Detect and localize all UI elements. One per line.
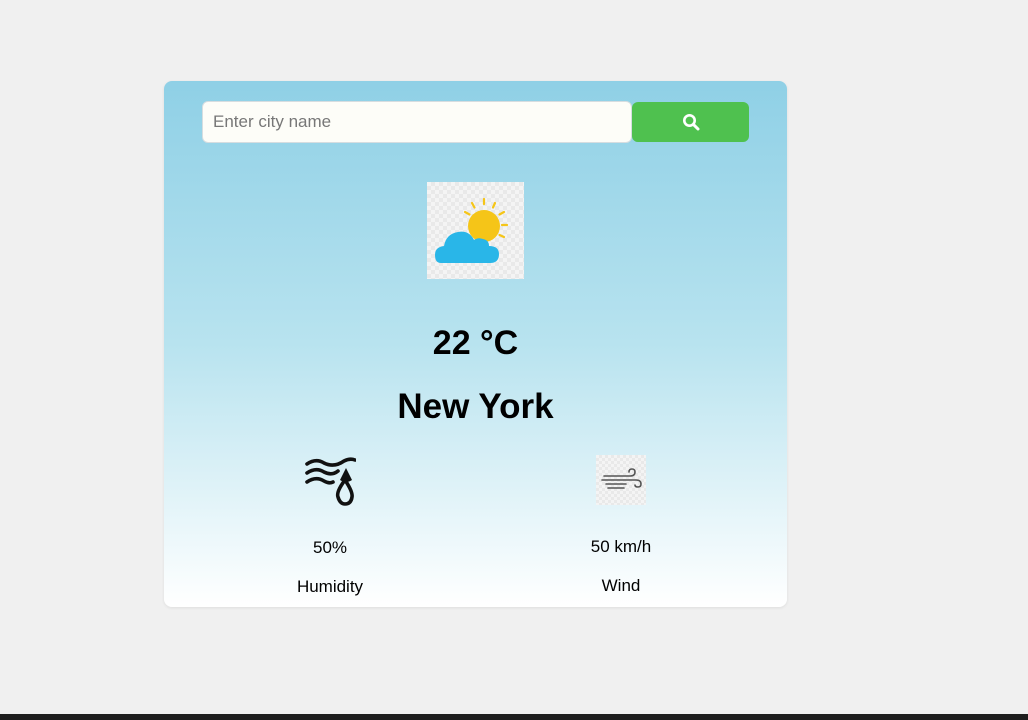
search-bar — [202, 101, 749, 143]
search-button[interactable] — [632, 102, 749, 142]
wind-value: 50 km/h — [590, 537, 652, 556]
partly-cloudy-icon — [435, 197, 509, 263]
taskbar-strip — [0, 714, 1028, 720]
city-search-input[interactable] — [202, 101, 632, 143]
wind-detail: 50 km/h Wind — [521, 454, 721, 596]
weather-card: 22 °C New York 50% Humidity — [164, 81, 787, 607]
humidity-detail: 50% Humidity — [230, 454, 430, 597]
temperature: 22 °C — [432, 324, 519, 362]
weather-condition-image — [427, 182, 524, 279]
search-icon — [682, 114, 699, 131]
wind-image — [596, 455, 646, 505]
humidity-label: Humidity — [296, 577, 364, 596]
humidity-icon — [305, 457, 356, 506]
wind-icon — [601, 468, 642, 489]
humidity-value: 50% — [312, 538, 348, 557]
wind-label: Wind — [601, 576, 641, 595]
city-name: New York — [397, 387, 554, 426]
page: 22 °C New York 50% Humidity — [0, 0, 1028, 720]
